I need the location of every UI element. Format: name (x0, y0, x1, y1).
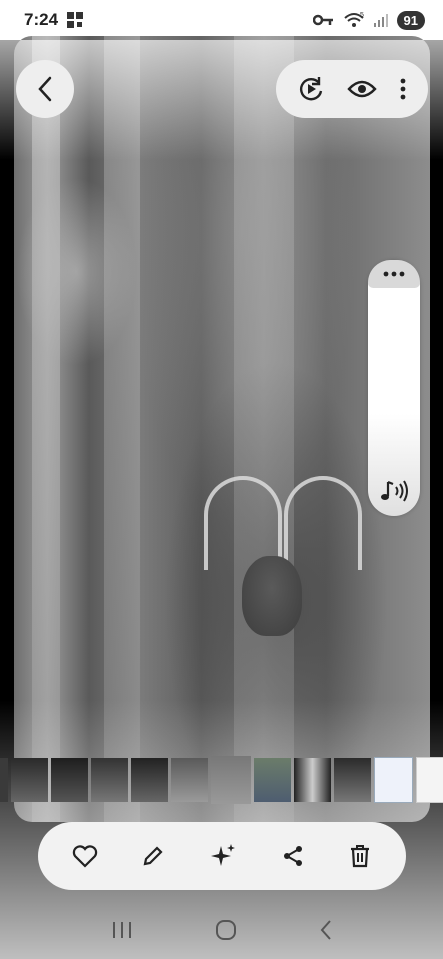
status-time: 7:24 (24, 10, 59, 29)
system-nav-bar (0, 900, 443, 959)
thumbnail[interactable] (51, 758, 88, 802)
chevron-left-icon (36, 75, 54, 103)
status-right: 5 91 (312, 10, 425, 30)
thumbnail[interactable] (0, 758, 8, 802)
thumbnail[interactable] (334, 758, 371, 802)
sound-button[interactable] (376, 476, 412, 506)
thumbnail-strip[interactable] (0, 756, 443, 804)
thumbnail[interactable] (91, 758, 128, 802)
thumbnail-selected[interactable] (211, 756, 251, 804)
motion-photo-icon[interactable] (297, 75, 325, 103)
bottom-action-bar (38, 822, 406, 890)
antler-right (284, 476, 362, 570)
battery-indicator: 91 (396, 10, 425, 30)
cell-signal-icon (373, 12, 389, 28)
thumbnail[interactable] (11, 758, 48, 802)
recents-icon[interactable] (111, 920, 133, 940)
back-button[interactable] (16, 60, 74, 118)
gallery-notification-icon (66, 11, 84, 29)
home-icon[interactable] (214, 918, 238, 942)
edit-icon[interactable] (141, 844, 165, 868)
status-bar: 7:24 5 91 (0, 0, 443, 40)
top-actions (276, 60, 428, 118)
thumbnail[interactable] (131, 758, 168, 802)
deer-head (242, 556, 302, 636)
eye-icon[interactable] (347, 78, 377, 100)
heart-icon[interactable] (72, 844, 98, 868)
sparkle-icon[interactable] (209, 842, 237, 870)
thumbnail[interactable] (171, 758, 208, 802)
side-panel[interactable] (368, 260, 420, 516)
sound-icon (379, 478, 409, 504)
wifi-icon: 5 (343, 11, 365, 29)
delete-icon[interactable] (348, 843, 372, 869)
key-icon (312, 13, 335, 27)
thumbnail[interactable] (254, 758, 291, 802)
thumbnail[interactable] (416, 757, 443, 803)
more-vert-icon[interactable] (399, 77, 407, 101)
more-horiz-icon (383, 271, 405, 277)
wifi-badge: 5 (360, 12, 364, 19)
back-icon[interactable] (319, 919, 333, 941)
thumbnail[interactable] (374, 757, 413, 803)
thumbnail[interactable] (294, 758, 331, 802)
status-left: 7:24 (24, 10, 84, 30)
share-icon[interactable] (281, 844, 305, 868)
